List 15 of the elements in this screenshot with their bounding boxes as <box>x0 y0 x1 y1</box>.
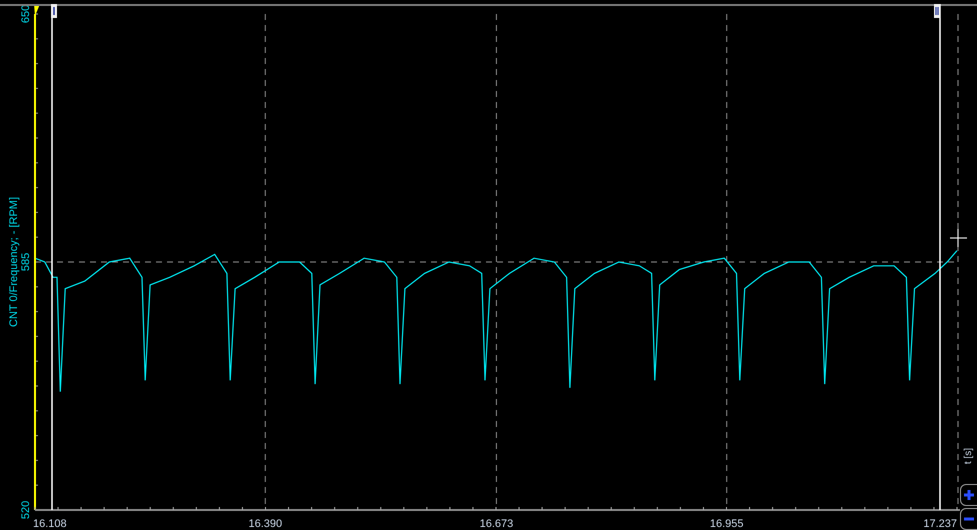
y-tick-label: 585 <box>20 252 32 272</box>
y-axis-title: CNT 0/Frequency; - [RPM] <box>8 197 20 327</box>
cursor-line[interactable] <box>51 4 57 510</box>
zoom-in-button[interactable] <box>960 484 977 506</box>
cursor-line[interactable] <box>934 4 941 510</box>
y-tick-label: 520 <box>20 500 32 520</box>
x-tick-label: 16.673 <box>480 518 514 530</box>
x-axis-title: t [s] <box>964 448 975 464</box>
x-tick-label: 16.390 <box>248 518 282 530</box>
x-tick-label: 17.237 <box>923 518 957 530</box>
plus-icon <box>963 489 975 501</box>
x-tick-label: 16.955 <box>710 518 744 530</box>
zoom-out-button[interactable] <box>960 508 977 530</box>
crosshair-icon <box>950 228 968 248</box>
x-tick-label: 16.108 <box>33 518 67 530</box>
